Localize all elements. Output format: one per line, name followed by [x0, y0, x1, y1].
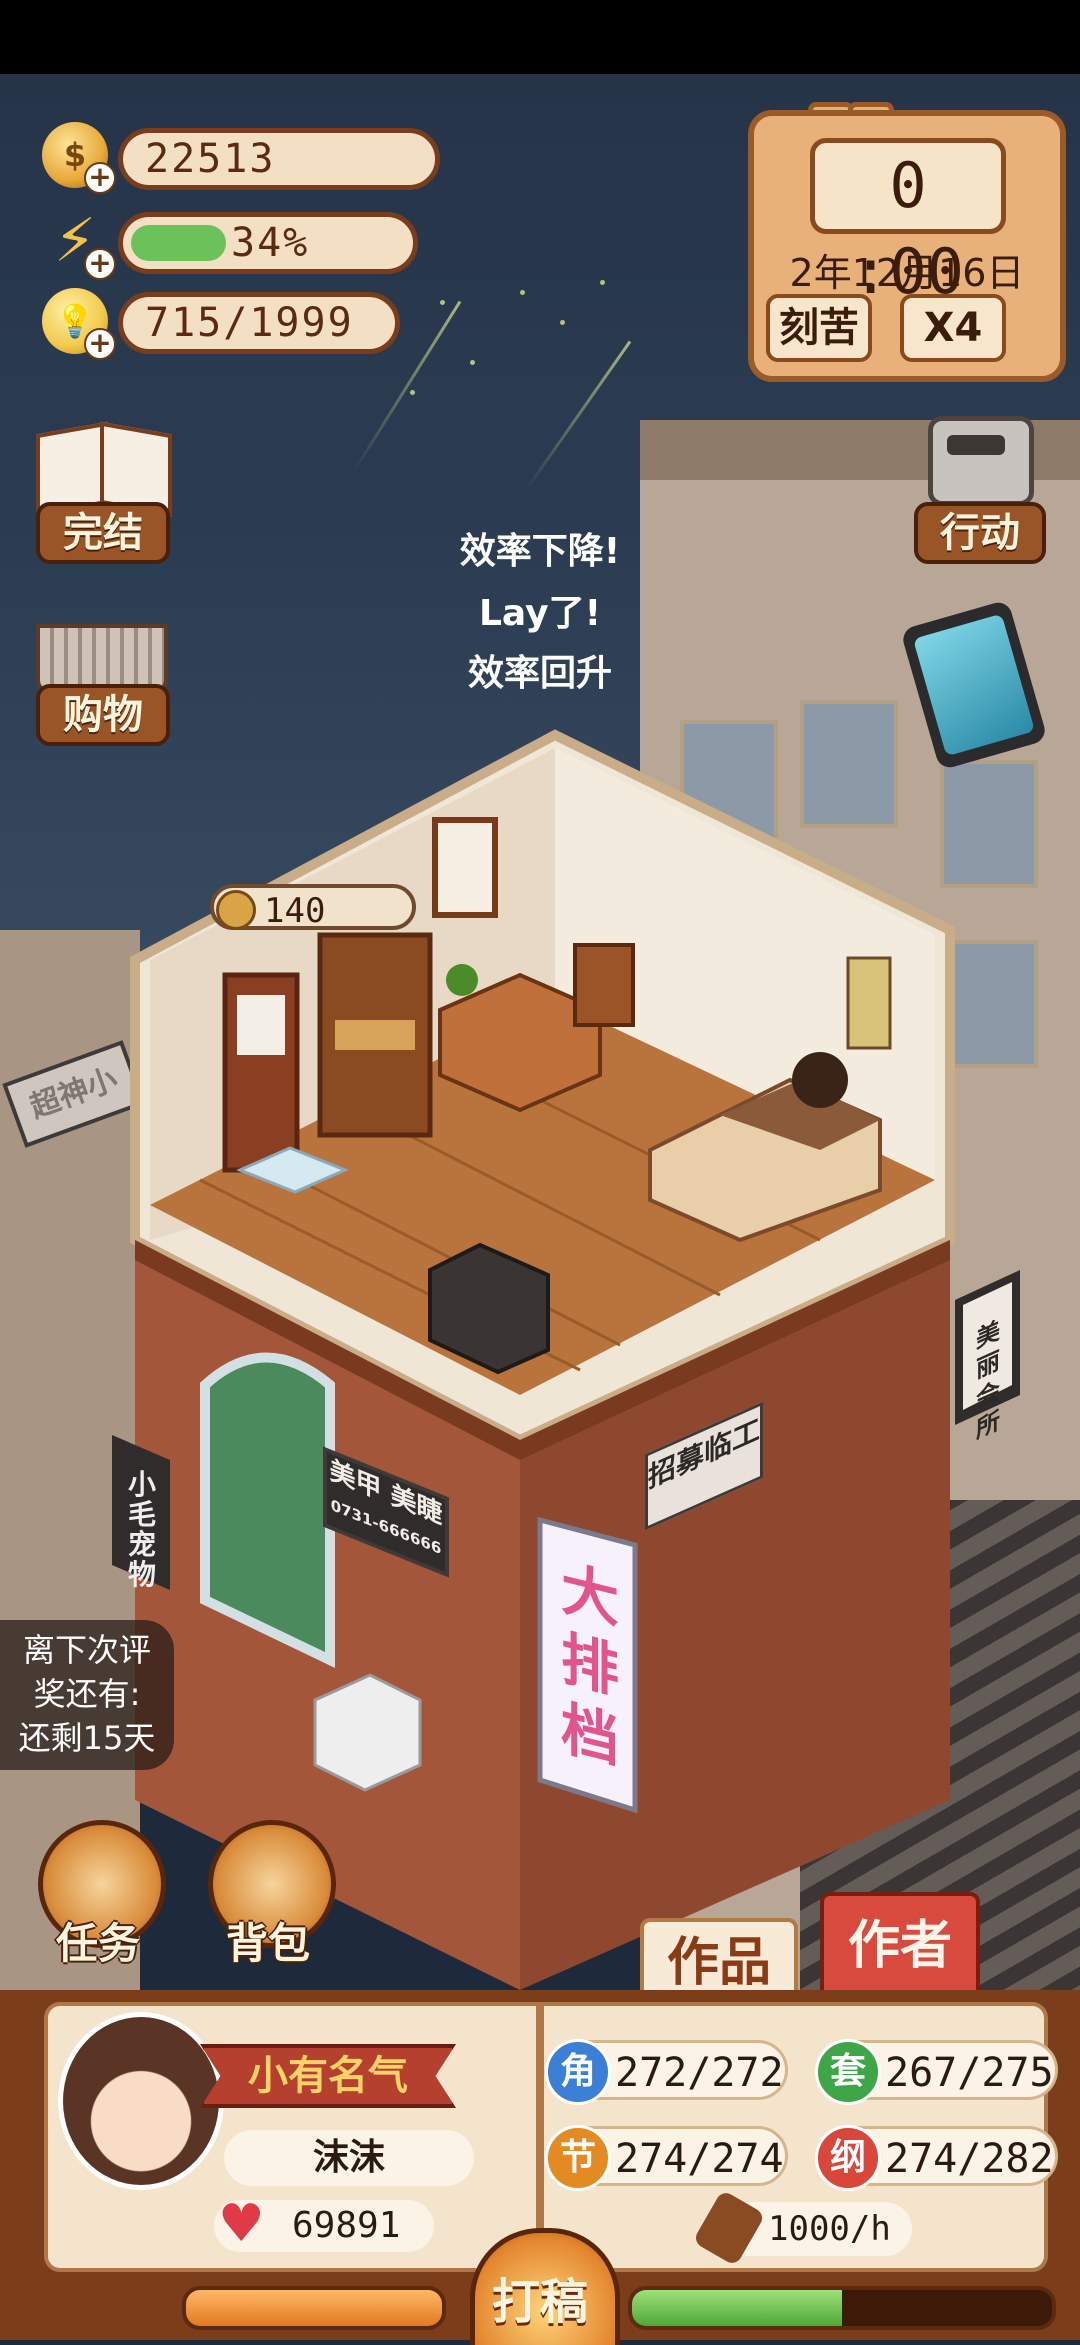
likes-count: 69891 [292, 2205, 401, 2246]
rank-title: 小有名气 [200, 2044, 456, 2108]
coin-bubble[interactable]: 140 [210, 884, 416, 931]
game-clock: 0 :00 2年12月16日 刻苦 X4 [748, 110, 1066, 382]
inspiration-resource[interactable]: 💡 + [42, 288, 116, 360]
coin-icon [216, 890, 256, 930]
stat-outline: 纲 274/282 [815, 2125, 1058, 2191]
pacing-icon: 节 [545, 2125, 611, 2191]
add-energy-icon[interactable]: + [84, 248, 116, 280]
lightbulb-icon: 💡 + [42, 288, 116, 360]
work-mode-button[interactable]: 刻苦 [766, 294, 872, 362]
avatar[interactable] [58, 2012, 224, 2190]
energy-fill [131, 225, 226, 261]
right-progress-bar [628, 2286, 1056, 2330]
right-progress-fill [632, 2290, 842, 2326]
energy-resource[interactable]: ⚡ + [42, 206, 116, 280]
add-coins-icon[interactable]: + [84, 162, 116, 194]
production-rate-value: 1000/h [768, 2209, 891, 2249]
efficiency-recover-message: 效率回升 [467, 653, 612, 694]
lightning-icon: ⚡ + [42, 206, 116, 280]
author-name: 沫沫 [224, 2130, 474, 2186]
stat-outline-value: 274/282 [885, 2136, 1054, 2182]
action-sign-icon[interactable] [928, 416, 1034, 506]
character-icon: 角 [545, 2039, 611, 2105]
routine-icon: 套 [815, 2039, 881, 2105]
pet-shop-sign: 小毛宠物 [127, 1468, 156, 1591]
likes-pill: ♥ 69891 [214, 2194, 434, 2254]
energy-percent: 34% [231, 220, 310, 266]
stat-pacing: 节 274/274 [545, 2125, 788, 2191]
speed-button[interactable]: X4 [900, 294, 1006, 362]
inspiration-counter: 715/1999 [118, 292, 400, 354]
task-button[interactable]: 任务 [28, 1910, 168, 1971]
finish-button[interactable]: 完结 [36, 502, 170, 564]
outline-icon: 纲 [815, 2125, 881, 2191]
award-countdown-line1: 离下次评 [22, 1631, 151, 1669]
shop-button[interactable]: 购物 [36, 684, 170, 746]
beauty-salon-sign: 美丽会所 [976, 1315, 1000, 1445]
stat-character: 角 272/272 [545, 2039, 788, 2105]
left-progress-fill [186, 2290, 442, 2326]
stat-routine: 套 267/275 [815, 2039, 1058, 2105]
coin-icon: $ + [42, 122, 116, 194]
energy-bar: 34% [118, 212, 418, 274]
lay-flat-message: Lay了! [478, 593, 601, 634]
award-countdown-days: 还剩15天 [18, 1719, 156, 1757]
award-countdown: 离下次评 奖还有: 还剩15天 [0, 1620, 174, 1770]
game-date: 2年12月16日 [789, 251, 1025, 295]
shopping-basket-icon[interactable] [32, 604, 172, 694]
left-progress-bar [182, 2286, 446, 2330]
production-rate: 1000/h [692, 2189, 912, 2267]
bag-button[interactable]: 背包 [198, 1910, 338, 1971]
action-button[interactable]: 行动 [914, 502, 1046, 564]
finish-book-icon[interactable] [30, 418, 176, 517]
stat-pacing-value: 274/274 [615, 2136, 784, 2182]
stat-character-value: 272/272 [615, 2050, 784, 2096]
coin-counter: 22513 [118, 128, 440, 190]
award-countdown-line2: 奖还有: [33, 1675, 141, 1713]
stat-routine-value: 267/275 [885, 2050, 1054, 2096]
efficiency-drop-message: 效率下降! [459, 531, 621, 572]
clock-time: 0 :00 [810, 138, 1006, 308]
heart-icon: ♥ [218, 2194, 265, 2254]
coin-bubble-amount: 140 [264, 891, 326, 931]
draft-button[interactable]: 打稿 [470, 2262, 610, 2332]
add-inspiration-icon[interactable]: + [84, 328, 116, 360]
food-stall-banner: 大排档 [560, 1553, 619, 1777]
coin-resource[interactable]: $ + [42, 122, 116, 194]
